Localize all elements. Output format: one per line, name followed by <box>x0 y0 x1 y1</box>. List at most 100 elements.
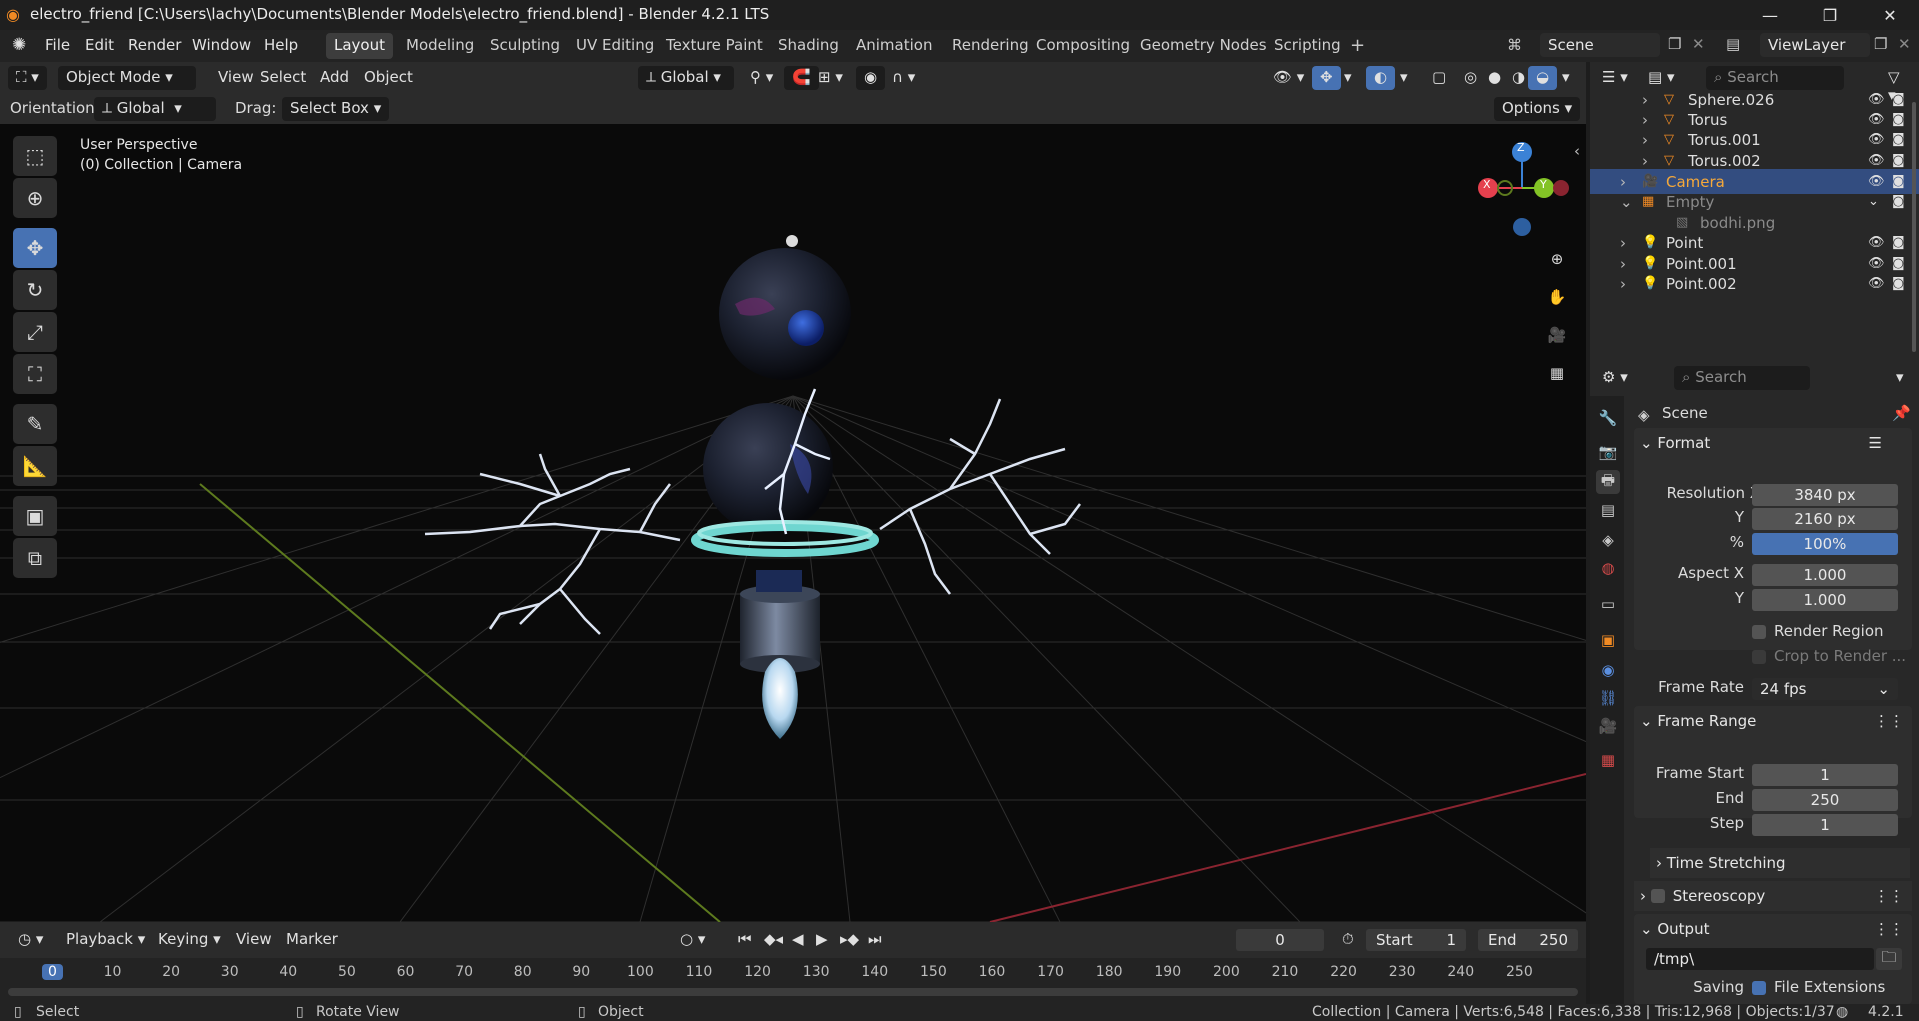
render-camera-icon[interactable]: ◙ <box>1892 112 1905 127</box>
frame-start-field[interactable]: 1 <box>1752 764 1898 786</box>
playback-menu[interactable]: Playback ▾ <box>58 928 153 952</box>
menu-file[interactable]: File <box>45 36 70 54</box>
chevron-right-icon[interactable]: › <box>1620 234 1626 252</box>
scene-name-field[interactable]: Scene <box>1540 33 1660 57</box>
new-view-layer-icon[interactable]: ❐ <box>1874 35 1887 53</box>
frame-rate-dropdown[interactable]: 24 fps ⌄ <box>1752 678 1898 700</box>
shading-dropdown-icon[interactable]: ▾ <box>1554 66 1578 90</box>
keying-menu[interactable]: Keying ▾ <box>150 928 229 952</box>
crop-box[interactable] <box>1752 649 1766 664</box>
file-extensions-box[interactable] <box>1752 980 1766 995</box>
chevron-down-icon[interactable]: ⌄ <box>1620 193 1633 211</box>
visibility-eye-icon[interactable]: 👁 <box>1868 153 1885 168</box>
add-cube-tool-icon[interactable]: ▣ <box>13 496 57 536</box>
visibility-eye-icon[interactable]: 👁 <box>1868 174 1885 189</box>
zoom-icon[interactable]: ⊕ <box>1542 244 1572 274</box>
tab-geometry-nodes[interactable]: Geometry Nodes <box>1132 33 1275 59</box>
measure-tool-icon[interactable]: 📐 <box>13 446 57 486</box>
constraints-tab-icon[interactable]: ⛓ <box>1596 686 1620 710</box>
jump-end-icon[interactable]: ⏭ <box>860 928 890 952</box>
falloff-icon[interactable]: ∩ ▾ <box>884 66 923 90</box>
tab-sculpting[interactable]: Sculpting <box>482 33 568 59</box>
drag-handle-icon[interactable]: ⋮⋮ <box>1874 920 1904 938</box>
chevron-right-icon[interactable]: › <box>1642 152 1648 170</box>
tab-modeling[interactable]: Modeling <box>398 33 482 59</box>
xray-icon[interactable]: ▢ <box>1424 66 1454 90</box>
extrude-tool-icon[interactable]: ⧉ <box>13 538 57 578</box>
snap-target-icon[interactable]: ⊞ ▾ <box>810 66 851 90</box>
physics-tab-icon[interactable]: ◉ <box>1596 658 1620 682</box>
mode-dropdown[interactable]: Object Mode ▾ <box>58 66 196 90</box>
current-frame-field[interactable]: 0 <box>1236 929 1324 951</box>
world-tab-icon[interactable]: ◍ <box>1596 556 1620 580</box>
timeline-start-field[interactable]: Start 1 <box>1366 929 1466 951</box>
render-camera-icon[interactable]: ◙ <box>1892 132 1905 147</box>
drag-handle-icon[interactable]: ⋮⋮ <box>1874 887 1904 905</box>
render-camera-icon[interactable]: ◙ <box>1892 235 1905 250</box>
render-camera-icon[interactable]: ◙ <box>1892 92 1905 107</box>
outliner-scrollbar[interactable] <box>1912 102 1916 352</box>
properties-editor-type-icon[interactable]: ⚙ ▾ <box>1594 366 1636 390</box>
frame-range-header[interactable]: ⌄ Frame Range ⋮⋮ <box>1634 706 1912 736</box>
overlay-toggle-icon[interactable]: ◐ <box>1366 66 1396 90</box>
properties-search-field[interactable]: ⌕ Search <box>1674 366 1810 390</box>
annotate-tool-icon[interactable]: ✎ <box>13 404 57 444</box>
res-y-field[interactable]: 2160 px <box>1752 508 1898 530</box>
chevron-right-icon[interactable]: › <box>1642 91 1648 109</box>
transform-tool-icon[interactable]: ⛶ <box>13 354 57 394</box>
chevron-right-icon[interactable]: › <box>1620 173 1626 191</box>
pin-icon[interactable]: 📌 <box>1892 404 1911 422</box>
folder-browse-icon[interactable]: 🗀 <box>1876 948 1902 970</box>
cursor-tool-icon[interactable]: ⊕ <box>13 178 57 218</box>
drag-dropdown[interactable]: Select Box ▾ <box>282 97 390 121</box>
chevron-right-icon[interactable]: › <box>1642 131 1648 149</box>
delete-scene-icon[interactable]: ✕ <box>1692 35 1705 53</box>
timeline-scrollbar[interactable] <box>8 988 1578 996</box>
add-workspace-icon[interactable]: + <box>1350 35 1365 56</box>
visibility-eye-icon[interactable]: 👁 <box>1868 112 1885 127</box>
render-camera-icon[interactable]: ◙ <box>1892 276 1905 291</box>
menu-add[interactable]: Add <box>312 66 357 90</box>
maximize-button[interactable]: ❐ <box>1805 0 1855 30</box>
visibility-icon[interactable]: 👁 ▾ <box>1265 66 1312 90</box>
view-layer-field[interactable]: ViewLayer <box>1760 33 1870 57</box>
chevron-right-icon[interactable]: › <box>1642 111 1648 129</box>
render-region-checkbox[interactable]: Render Region <box>1752 622 1884 640</box>
output-header[interactable]: ⌄ Output ⋮⋮ <box>1634 914 1912 944</box>
collapse-sidebar-icon[interactable]: ‹ <box>1574 142 1580 160</box>
3d-viewport[interactable]: Z X Y User Perspective (0) Collection | … <box>0 124 1586 922</box>
render-tab-icon[interactable]: 📷 <box>1596 440 1620 464</box>
render-camera-icon[interactable]: ◙ <box>1892 256 1905 271</box>
drag-handle-icon[interactable]: ⋮⋮ <box>1874 712 1904 730</box>
tab-compositing[interactable]: Compositing <box>1028 33 1138 59</box>
gizmo-dropdown-icon[interactable]: ▾ <box>1336 66 1360 90</box>
options-dropdown[interactable]: Options ▾ <box>1494 97 1581 121</box>
transform-orientation-dropdown[interactable]: ⟂ Global ▾ <box>638 66 734 90</box>
tab-layout[interactable]: Layout <box>326 33 393 59</box>
output-path-field[interactable]: /tmp\ <box>1646 948 1874 970</box>
aspect-x-field[interactable]: 1.000 <box>1752 564 1898 586</box>
aspect-y-field[interactable]: 1.000 <box>1752 589 1898 611</box>
render-region-box[interactable] <box>1752 624 1766 639</box>
delete-view-layer-icon[interactable]: ✕ <box>1898 35 1911 53</box>
visibility-eye-icon[interactable]: 👁 <box>1868 235 1885 250</box>
format-panel-header[interactable]: ⌄ Format ☰ <box>1634 428 1912 458</box>
tab-texture-paint[interactable]: Texture Paint <box>658 33 771 59</box>
chevron-right-icon[interactable]: › <box>1620 255 1626 273</box>
scene-tab-icon[interactable]: ◈ <box>1596 528 1620 552</box>
render-camera-icon[interactable]: ◙ <box>1892 194 1905 209</box>
tab-rendering[interactable]: Rendering <box>944 33 1037 59</box>
time-stretching-header[interactable]: › Time Stretching <box>1650 848 1910 878</box>
tab-animation[interactable]: Animation <box>848 33 940 59</box>
stereoscopy-header[interactable]: › Stereoscopy ⋮⋮ <box>1634 881 1912 911</box>
presets-icon[interactable]: ☰ <box>1869 434 1882 452</box>
chevron-right-icon[interactable]: › <box>1620 275 1626 293</box>
menu-window[interactable]: Window <box>192 36 251 54</box>
object-data-tab-icon[interactable]: 🎥 <box>1596 714 1620 738</box>
visibility-eye-icon[interactable]: 👁 <box>1868 132 1885 147</box>
rendered-shading-icon[interactable]: ◒ <box>1528 66 1558 90</box>
view-layer-icon[interactable]: ▤ <box>1726 35 1740 53</box>
object-tab-icon[interactable]: ▣ <box>1596 628 1620 652</box>
scene-selector-icon[interactable]: ⌘ <box>1507 36 1522 54</box>
view-layer-tab-icon[interactable]: ▤ <box>1596 498 1620 522</box>
